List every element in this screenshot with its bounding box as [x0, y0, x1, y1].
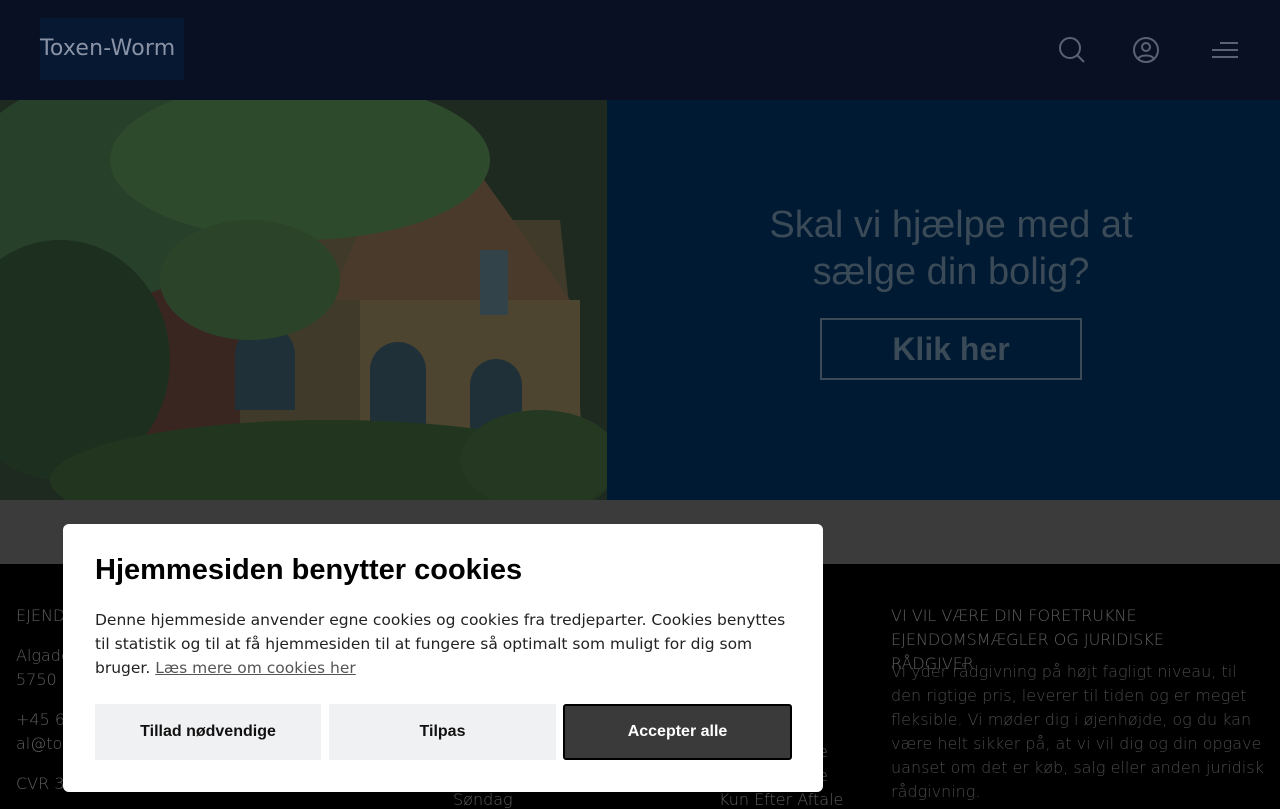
promo-line-1: Skal vi hjælpe med at [769, 204, 1133, 246]
user-icon[interactable] [1132, 36, 1160, 64]
logo-text[interactable]: Toxen-Worm [40, 36, 175, 61]
cookie-dialog-title: Hjemmesiden benytter cookies [95, 554, 523, 586]
customize-button[interactable]: Tilpas [329, 704, 556, 760]
promo-line-2: sælge din bolig? [812, 251, 1090, 293]
cookie-read-more-link[interactable]: Læs mere om cookies her [155, 659, 356, 677]
footer-tagline-body: Vi yder rådgivning på højt fagligt nivea… [891, 662, 1264, 801]
promo-click-button[interactable]: Klik her [820, 318, 1082, 380]
hero: Skal vi hjælpe med at sælge din bolig? K… [0, 100, 1280, 500]
search-icon[interactable] [1058, 36, 1086, 64]
accept-all-button[interactable]: Accepter alle [563, 704, 792, 760]
cookie-dialog: Hjemmesiden benytter cookies Denne hjemm… [63, 524, 823, 792]
menu-icon[interactable] [1210, 36, 1240, 64]
site-header: Toxen-Worm [0, 0, 1280, 100]
house-photo [0, 100, 607, 500]
promo-headline: Skal vi hjælpe med at sælge din bolig? [607, 202, 1280, 296]
promo-banner[interactable]: Skal vi hjælpe med at sælge din bolig? K… [607, 100, 1280, 500]
allow-necessary-button[interactable]: Tillad nødvendige [95, 704, 321, 760]
cookie-dialog-text: Denne hjemmeside anvender egne cookies o… [95, 608, 795, 680]
footer-company-heading: EJEND [16, 606, 66, 625]
